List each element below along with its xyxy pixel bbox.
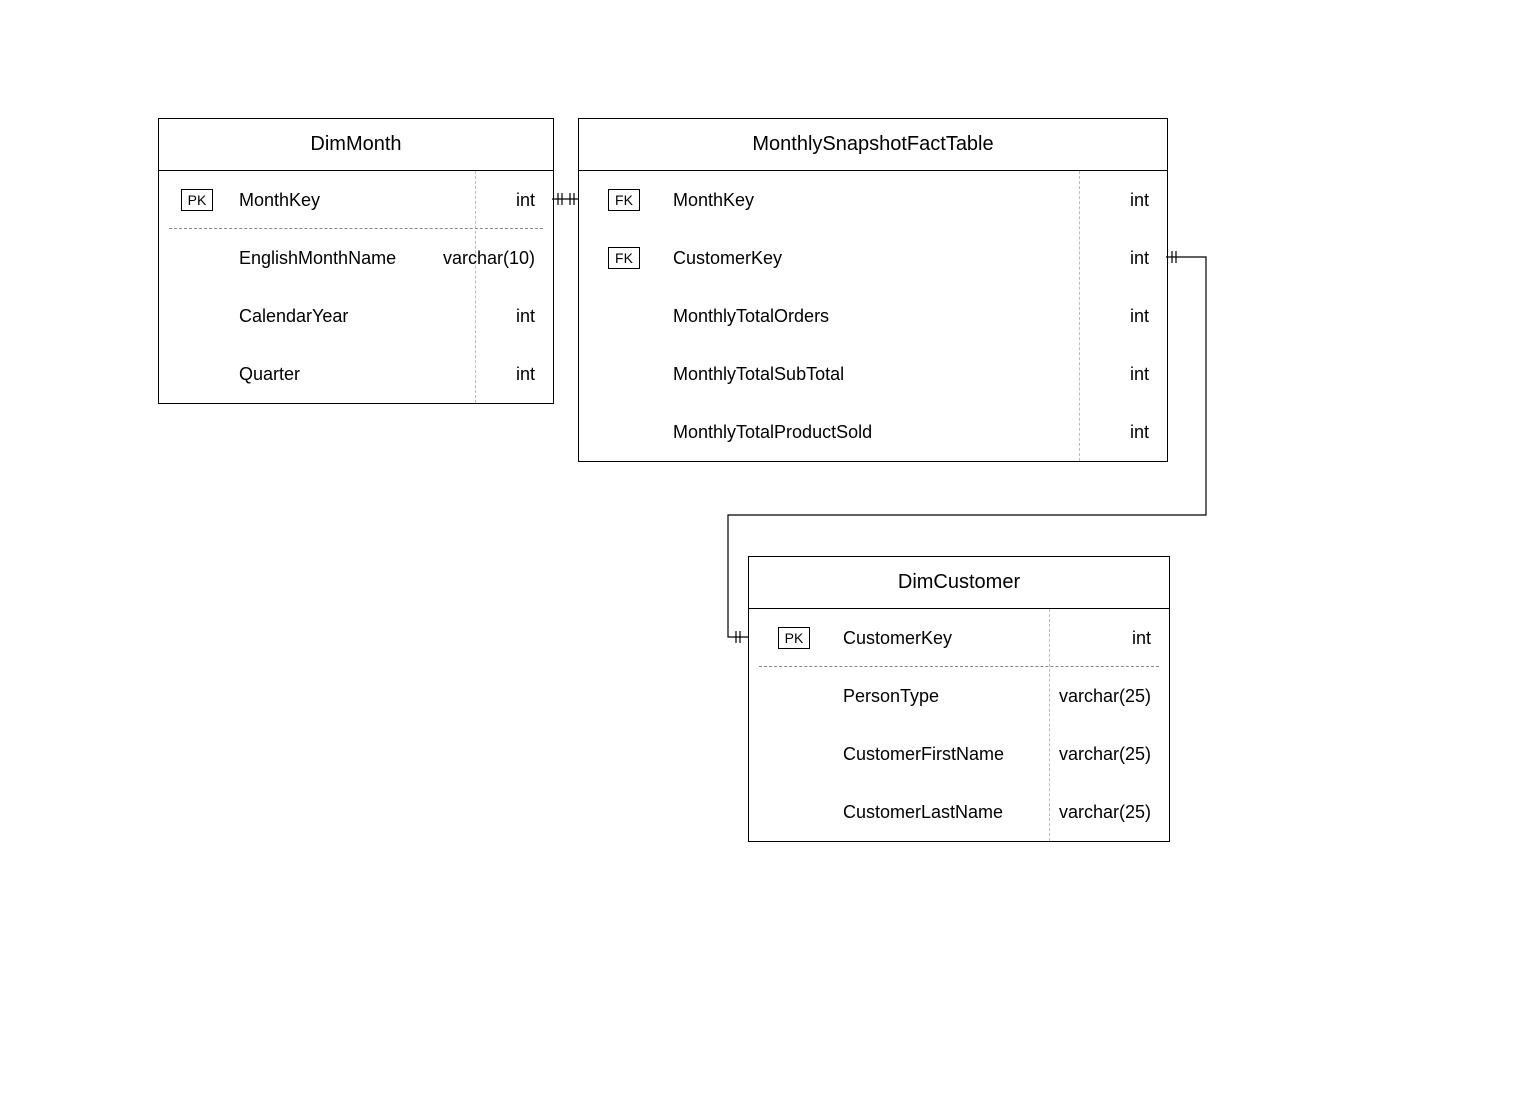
column-row: EnglishMonthName varchar(10)	[159, 229, 553, 287]
column-row: PK MonthKey int	[159, 171, 553, 229]
column-name: CustomerKey	[669, 248, 1061, 269]
entity-title: DimMonth	[159, 119, 553, 171]
column-name: MonthlyTotalOrders	[669, 306, 1061, 327]
column-type: varchar(25)	[1031, 802, 1169, 823]
column-type: int	[1061, 190, 1167, 211]
pk-badge: PK	[778, 627, 811, 649]
column-type: varchar(25)	[1031, 686, 1169, 707]
column-name: CustomerLastName	[839, 802, 1031, 823]
column-type: int	[457, 190, 553, 211]
fk-badge: FK	[608, 247, 640, 269]
column-name: CalendarYear	[235, 306, 457, 327]
column-name: EnglishMonthName	[235, 248, 417, 269]
entity-dim-month: DimMonth PK MonthKey int EnglishMonthNam…	[158, 118, 554, 404]
entity-rows: PK MonthKey int EnglishMonthName varchar…	[159, 171, 553, 403]
column-type: int	[457, 306, 553, 327]
column-row: PK CustomerKey int	[749, 609, 1169, 667]
fk-badge: FK	[608, 189, 640, 211]
column-row: MonthlyTotalOrders int	[579, 287, 1167, 345]
entity-title: DimCustomer	[749, 557, 1169, 609]
column-row: PersonType varchar(25)	[749, 667, 1169, 725]
entity-title: MonthlySnapshotFactTable	[579, 119, 1167, 171]
column-type: int	[1061, 248, 1167, 269]
column-row: CustomerLastName varchar(25)	[749, 783, 1169, 841]
column-row: MonthlyTotalSubTotal int	[579, 345, 1167, 403]
column-name: PersonType	[839, 686, 1031, 707]
column-row: FK MonthKey int	[579, 171, 1167, 229]
column-type: int	[1061, 422, 1167, 443]
column-name: CustomerFirstName	[839, 744, 1031, 765]
column-type: varchar(25)	[1031, 744, 1169, 765]
column-name: MonthKey	[235, 190, 457, 211]
entity-fact-table: MonthlySnapshotFactTable FK MonthKey int…	[578, 118, 1168, 462]
entity-rows: PK CustomerKey int PersonType varchar(25…	[749, 609, 1169, 841]
column-type: int	[1061, 306, 1167, 327]
column-row: CustomerFirstName varchar(25)	[749, 725, 1169, 783]
column-row: CalendarYear int	[159, 287, 553, 345]
pk-badge: PK	[181, 189, 214, 211]
column-type: varchar(10)	[417, 248, 553, 269]
column-type: int	[1061, 364, 1167, 385]
column-row: FK CustomerKey int	[579, 229, 1167, 287]
relation-dimmonth-fact	[552, 193, 578, 205]
column-row: MonthlyTotalProductSold int	[579, 403, 1167, 461]
column-type: int	[457, 364, 553, 385]
column-name: MonthlyTotalProductSold	[669, 422, 1061, 443]
column-type: int	[1031, 628, 1169, 649]
column-row: Quarter int	[159, 345, 553, 403]
column-name: MonthKey	[669, 190, 1061, 211]
entity-dim-customer: DimCustomer PK CustomerKey int PersonTyp…	[748, 556, 1170, 842]
column-name: CustomerKey	[839, 628, 1031, 649]
column-name: MonthlyTotalSubTotal	[669, 364, 1061, 385]
column-name: Quarter	[235, 364, 457, 385]
entity-rows: FK MonthKey int FK CustomerKey int Month…	[579, 171, 1167, 461]
